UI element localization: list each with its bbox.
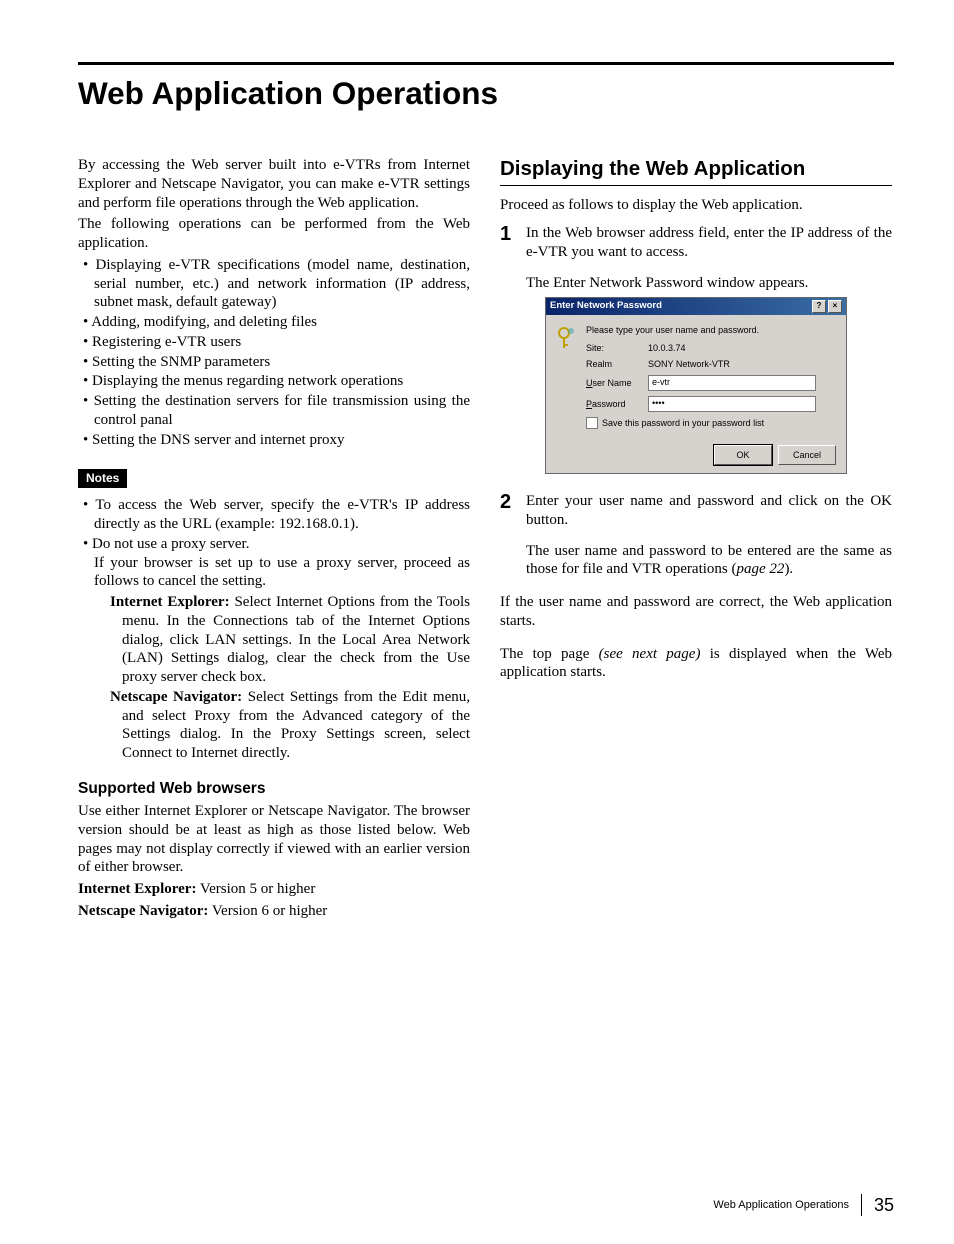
right-intro: Proceed as follows to display the Web ap…	[500, 196, 892, 215]
site-label: Site:	[586, 343, 648, 354]
password-label: Password	[586, 399, 648, 410]
note2-text: Do not use a proxy server.	[92, 536, 249, 552]
ie-label: Internet Explorer:	[110, 594, 230, 610]
nn-instruction: Netscape Navigator: Select Settings from…	[94, 688, 470, 763]
ok-button[interactable]: OK	[714, 445, 772, 465]
username-label: User Name	[586, 378, 648, 389]
note-item: Do not use a proxy server. If your brows…	[94, 535, 470, 763]
op-item: Registering e-VTR users	[94, 333, 470, 352]
intro-para-2: The following operations can be performe…	[78, 215, 470, 253]
save-password-checkbox[interactable]	[586, 417, 598, 429]
top-rule	[78, 62, 894, 65]
save-password-label: Save this password in your password list	[602, 418, 764, 429]
note-item: To access the Web server, specify the e-…	[94, 496, 470, 534]
note2-sub: If your browser is set up to use a proxy…	[94, 554, 470, 592]
help-icon[interactable]: ?	[812, 300, 826, 313]
browsers-heading: Supported Web browsers	[78, 779, 470, 798]
realm-value: SONY Network-VTR	[648, 359, 836, 370]
step2-text-a: Enter your user name and password and cl…	[526, 492, 892, 530]
step-number: 2	[500, 492, 514, 579]
notes-heading: Notes	[78, 469, 127, 488]
after-para-2: The top page (see next page) is displaye…	[500, 645, 892, 683]
op-item: Displaying the menus regarding network o…	[94, 372, 470, 391]
notes-list: To access the Web server, specify the e-…	[78, 496, 470, 763]
username-input[interactable]: e-vtr	[648, 375, 816, 391]
section-heading: Displaying the Web Application	[500, 156, 892, 186]
op-item: Adding, modifying, and deleting files	[94, 313, 470, 332]
password-input[interactable]: ••••	[648, 396, 816, 412]
footer-caption: Web Application Operations	[713, 1199, 849, 1211]
page-title: Web Application Operations	[78, 75, 894, 112]
right-column: Displaying the Web Application Proceed a…	[500, 156, 892, 924]
nn-ver-label: Netscape Navigator:	[78, 903, 208, 919]
after-para-1: If the user name and password are correc…	[500, 593, 892, 631]
nn-version: Netscape Navigator: Version 6 or higher	[78, 902, 470, 921]
step-number: 1	[500, 224, 514, 292]
ie-ver-text: Version 5 or higher	[196, 881, 315, 897]
intro-para-1: By accessing the Web server built into e…	[78, 156, 470, 212]
step1-text-b: The Enter Network Password window appear…	[526, 274, 892, 293]
page-ref: page 22	[737, 561, 785, 577]
page-number: 35	[874, 1195, 894, 1216]
step-2: 2 Enter your user name and password and …	[500, 492, 892, 579]
browsers-para: Use either Internet Explorer or Netscape…	[78, 802, 470, 877]
ie-instruction: Internet Explorer: Select Internet Optio…	[94, 593, 470, 687]
nn-ver-text: Version 6 or higher	[208, 903, 327, 919]
operations-list: Displaying e-VTR specifications (model n…	[78, 256, 470, 450]
site-value: 10.0.3.74	[648, 343, 836, 354]
step-1: 1 In the Web browser address field, ente…	[500, 224, 892, 292]
page-footer: Web Application Operations 35	[713, 1194, 894, 1216]
key-icon	[556, 325, 578, 437]
close-icon[interactable]: ×	[828, 300, 842, 313]
footer-separator	[861, 1194, 862, 1216]
password-dialog: Enter Network Password ? ×	[545, 297, 847, 474]
dialog-titlebar: Enter Network Password ? ×	[546, 298, 846, 315]
step2-text-b: The user name and password to be entered…	[526, 542, 892, 580]
cancel-button[interactable]: Cancel	[778, 445, 836, 465]
dialog-title-text: Enter Network Password	[550, 300, 662, 311]
op-item: Setting the DNS server and internet prox…	[94, 431, 470, 450]
ie-version: Internet Explorer: Version 5 or higher	[78, 880, 470, 899]
op-item: Setting the SNMP parameters	[94, 353, 470, 372]
op-item: Displaying e-VTR specifications (model n…	[94, 256, 470, 312]
dialog-prompt: Please type your user name and password.	[586, 325, 836, 336]
ie-ver-label: Internet Explorer:	[78, 881, 196, 897]
realm-label: Realm	[586, 359, 648, 370]
nn-label: Netscape Navigator:	[110, 689, 242, 705]
page-ref: (see next page)	[599, 646, 701, 662]
save-password-row[interactable]: Save this password in your password list	[586, 417, 836, 429]
step1-text-a: In the Web browser address field, enter …	[526, 224, 892, 262]
left-column: By accessing the Web server built into e…	[78, 156, 470, 924]
op-item: Setting the destination servers for file…	[94, 392, 470, 430]
